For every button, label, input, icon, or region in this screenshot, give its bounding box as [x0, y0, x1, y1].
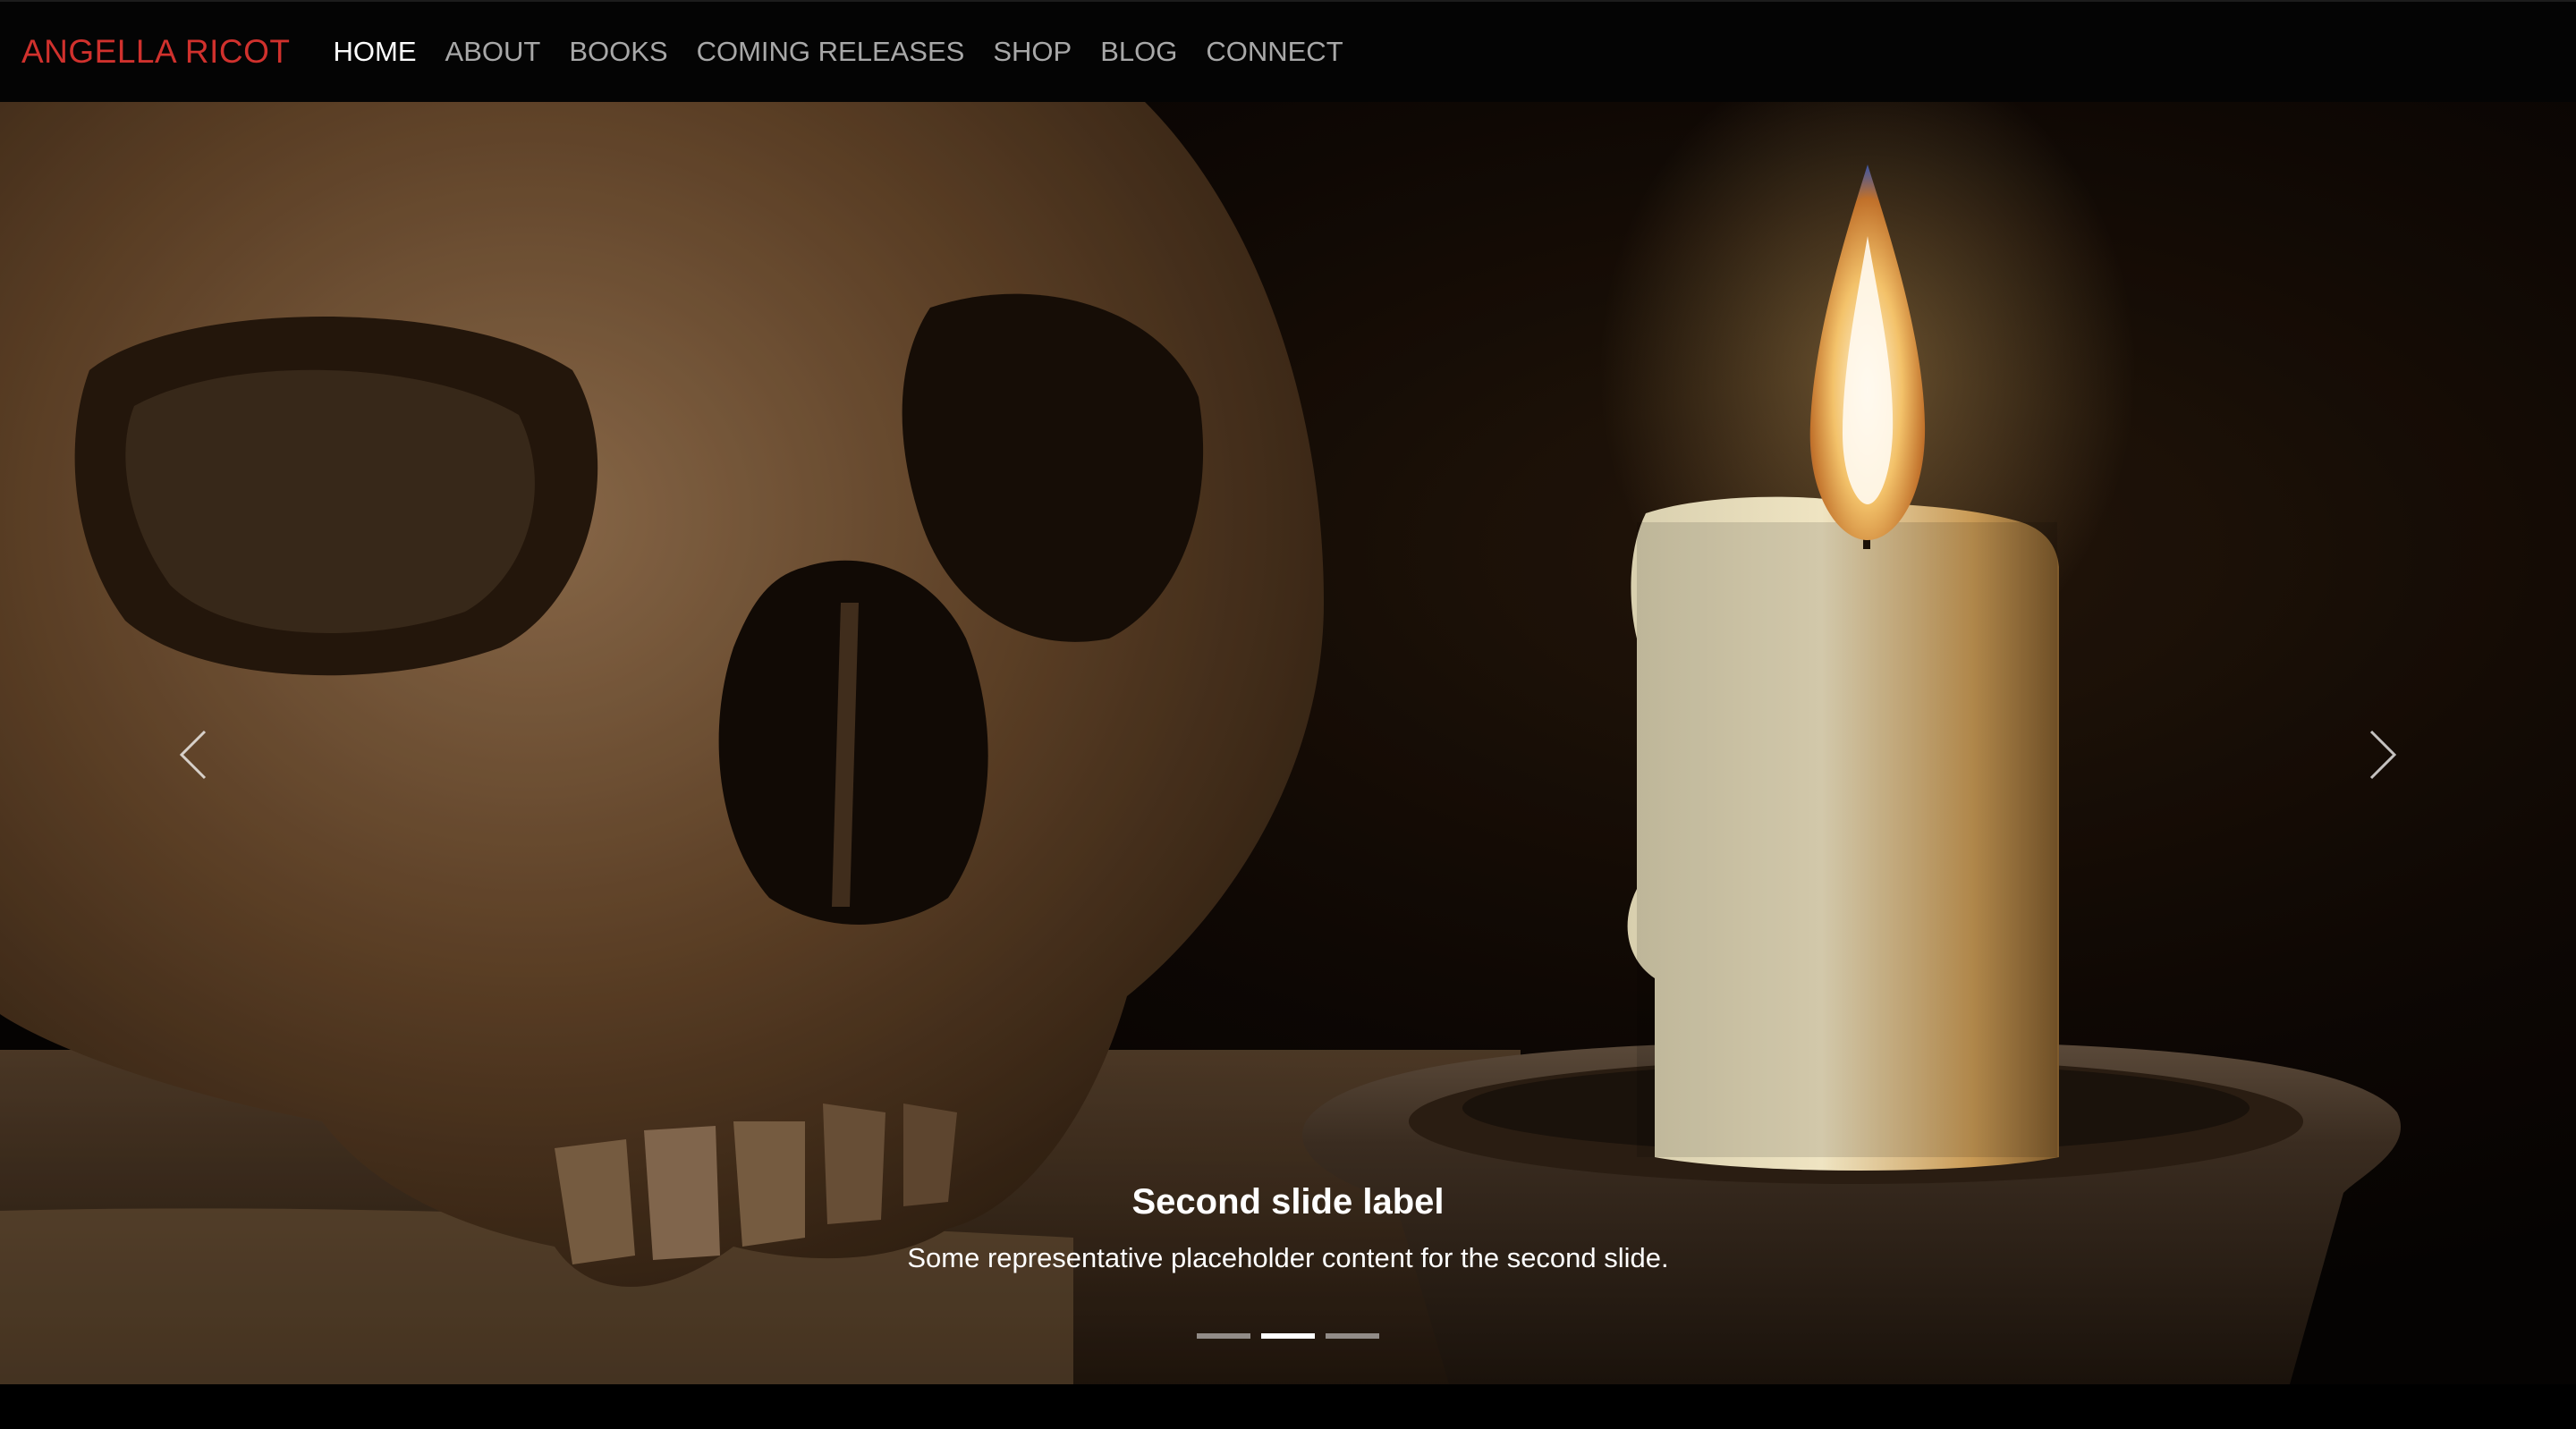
chevron-left-icon — [179, 730, 207, 780]
carousel-prev-button[interactable] — [131, 674, 256, 835]
hero-carousel: Second slide label Some representative p… — [0, 102, 2576, 1384]
nav-item-coming-releases[interactable]: COMING RELEASES — [697, 36, 965, 68]
page-bottom-strip — [0, 1384, 2576, 1429]
carousel-next-button[interactable] — [2320, 674, 2445, 835]
chevron-right-icon — [2369, 730, 2397, 780]
brand-logo-link[interactable]: ANGELLA RICOT — [21, 33, 291, 71]
carousel-indicator-1[interactable] — [1197, 1333, 1250, 1339]
nav-item-blog[interactable]: BLOG — [1100, 36, 1177, 68]
nav-item-shop[interactable]: SHOP — [993, 36, 1072, 68]
carousel-indicator-3[interactable] — [1326, 1333, 1379, 1339]
nav-item-books[interactable]: BOOKS — [569, 36, 667, 68]
slide-caption-title: Second slide label — [1131, 1182, 1445, 1222]
nav-item-home[interactable]: HOME — [334, 36, 417, 68]
main-nav: HOME ABOUT BOOKS COMING RELEASES SHOP BL… — [334, 36, 1372, 68]
nav-item-about[interactable]: ABOUT — [445, 36, 541, 68]
page: ANGELLA RICOT HOME ABOUT BOOKS COMING RE… — [0, 0, 2576, 1429]
top-navbar: ANGELLA RICOT HOME ABOUT BOOKS COMING RE… — [0, 0, 2576, 102]
nav-item-connect[interactable]: CONNECT — [1206, 36, 1343, 68]
carousel-indicators — [0, 1333, 2576, 1339]
slide-caption: Second slide label Some representative p… — [0, 1182, 2576, 1274]
slide-caption-text: Some representative placeholder content … — [907, 1242, 1669, 1273]
carousel-indicator-2[interactable] — [1261, 1333, 1315, 1339]
